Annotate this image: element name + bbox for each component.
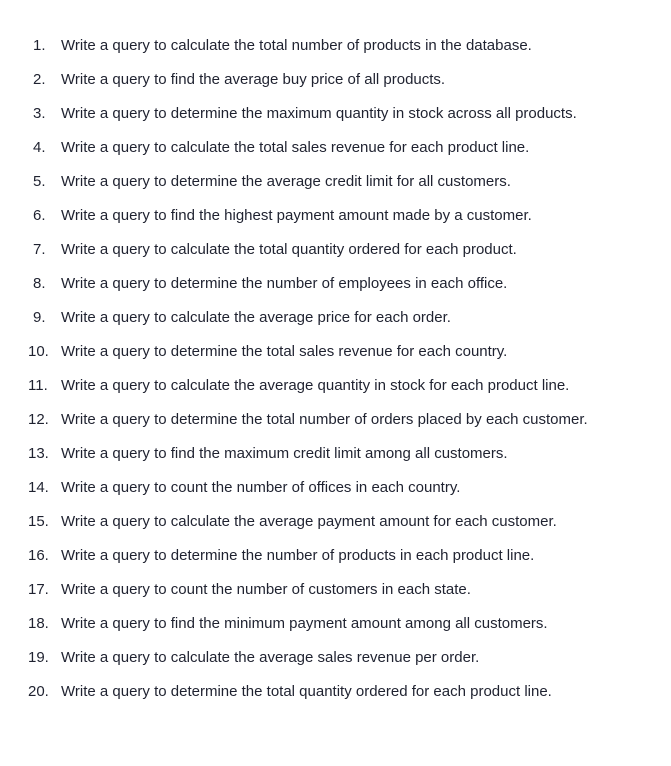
item-text: Write a query to determine the total sal… — [61, 343, 508, 360]
list-item: 19. Write a query to calculate the averag… — [0, 641, 671, 675]
item-text: Write a query to find the maximum credit… — [61, 445, 508, 462]
list-item: 18. Write a query to find the minimum pay… — [0, 607, 671, 641]
item-number: 5. — [33, 173, 46, 190]
list-item: 8. Write a query to determine the number … — [0, 267, 671, 301]
item-text: Write a query to count the number of cus… — [61, 581, 471, 598]
list-item: 7. Write a query to calculate the total q… — [0, 233, 671, 267]
list-item: 15. Write a query to calculate the averag… — [0, 505, 671, 539]
item-number: 12. — [28, 411, 49, 428]
item-number: 20. — [28, 683, 49, 700]
list-item: 13. Write a query to find the maximum cre… — [0, 437, 671, 471]
item-number: 1. — [33, 37, 46, 54]
item-text: Write a query to determine the average c… — [61, 173, 511, 190]
item-text: Write a query to calculate the average q… — [61, 377, 570, 394]
query-exercise-list: 1. Write a query to calculate the total n… — [0, 0, 671, 709]
item-text: Write a query to determine the number of… — [61, 547, 535, 564]
item-text: Write a query to determine the total num… — [61, 411, 588, 428]
list-item: 3. Write a query to determine the maximum… — [0, 97, 671, 131]
item-number: 9. — [33, 309, 46, 326]
item-text: Write a query to determine the total qua… — [61, 683, 552, 700]
item-text: Write a query to calculate the total num… — [61, 37, 532, 54]
item-number: 17. — [28, 581, 49, 598]
item-number: 19. — [28, 649, 49, 666]
item-text: Write a query to find the highest paymen… — [61, 207, 532, 224]
item-text: Write a query to calculate the average p… — [61, 309, 451, 326]
list-item: 12. Write a query to determine the total … — [0, 403, 671, 437]
list-item: 14. Write a query to count the number of … — [0, 471, 671, 505]
item-number: 14. — [28, 479, 49, 496]
item-number: 3. — [33, 105, 46, 122]
item-text: Write a query to determine the maximum q… — [61, 105, 577, 122]
item-number: 7. — [33, 241, 46, 258]
item-number: 16. — [28, 547, 49, 564]
list-item: 4. Write a query to calculate the total s… — [0, 131, 671, 165]
list-item: 1. Write a query to calculate the total n… — [0, 29, 671, 63]
item-number: 11. — [28, 377, 48, 394]
item-text: Write a query to find the average buy pr… — [61, 71, 446, 88]
list-item: 17. Write a query to count the number of … — [0, 573, 671, 607]
item-text: Write a query to calculate the average s… — [61, 649, 480, 666]
item-number: 8. — [33, 275, 46, 292]
list-item: 16. Write a query to determine the number… — [0, 539, 671, 573]
item-text: Write a query to find the minimum paymen… — [61, 615, 548, 632]
item-text: Write a query to calculate the total sal… — [61, 139, 530, 156]
item-number: 4. — [33, 139, 46, 156]
list-item: 20. Write a query to determine the total … — [0, 675, 671, 709]
item-number: 6. — [33, 207, 46, 224]
list-item: 9. Write a query to calculate the average… — [0, 301, 671, 335]
item-number: 13. — [28, 445, 49, 462]
item-text: Write a query to determine the number of… — [61, 275, 508, 292]
item-number: 18. — [28, 615, 49, 632]
list-item: 2. Write a query to find the average buy … — [0, 63, 671, 97]
list-item: 11. Write a query to calculate the averag… — [0, 369, 671, 403]
item-text: Write a query to calculate the total qua… — [61, 241, 517, 258]
item-text: Write a query to calculate the average p… — [61, 513, 557, 530]
list-item: 6. Write a query to find the highest paym… — [0, 199, 671, 233]
item-text: Write a query to count the number of off… — [61, 479, 461, 496]
item-number: 2. — [33, 71, 46, 88]
item-number: 10. — [28, 343, 49, 360]
list-item: 5. Write a query to determine the average… — [0, 165, 671, 199]
item-number: 15. — [28, 513, 49, 530]
list-item: 10. Write a query to determine the total … — [0, 335, 671, 369]
